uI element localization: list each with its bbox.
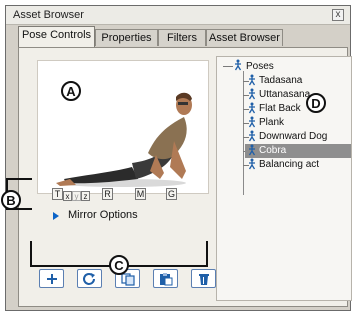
tree-item-downward-dog[interactable]: Downward Dog [259,130,327,144]
close-button[interactable]: x [332,9,344,21]
tree-item-plank[interactable]: Plank [259,116,284,130]
tab-properties[interactable]: Properties [95,29,158,46]
tab-asset-browser[interactable]: Asset Browser [206,29,283,46]
mirror-button[interactable]: M [135,188,146,200]
tree-root-poses[interactable]: Poses [246,60,274,74]
global-button[interactable]: G [166,188,177,200]
paste-button[interactable] [153,269,178,288]
tree-item-flat-back[interactable]: Flat Back [259,102,301,116]
x-axis-button[interactable]: x [63,191,72,201]
title-bar: Asset Browser x [6,6,350,25]
z-axis-button[interactable]: z [81,191,90,201]
tab-filters[interactable]: Filters [158,29,206,46]
y-axis-button[interactable]: y [72,191,81,201]
tree-item-balancing-act[interactable]: Balancing act [259,158,319,172]
refresh-button[interactable] [77,269,102,288]
delete-button[interactable] [191,269,216,288]
triangle-right-icon[interactable] [53,212,59,220]
callout-c: C [109,255,129,275]
refresh-icon [83,273,95,285]
window-title: Asset Browser [13,9,84,21]
callout-d: D [306,93,326,113]
pose-figure-icon [248,116,256,128]
tree-connector [223,66,233,67]
trash-icon [199,274,209,285]
pose-preview [37,60,209,194]
paste-icon [160,273,173,286]
tab-pose-controls[interactable]: Pose Controls [18,26,95,47]
tree-item-tadasana[interactable]: Tadasana [259,74,302,88]
translate-button[interactable]: T [52,188,63,200]
tree-item-cobra[interactable]: Cobra [259,144,286,158]
plus-icon [47,274,57,284]
pose-figure-icon [248,74,256,86]
callout-a: A [61,81,81,101]
add-pose-button[interactable] [39,269,64,288]
rotate-button[interactable]: R [102,188,113,200]
pose-figure-icon [234,59,242,71]
pose-figure-icon [248,158,256,170]
pose-figure-icon [248,88,256,100]
pose-figure-icon [248,144,256,156]
tree-item-uttanasana[interactable]: Uttanasana [259,88,310,102]
poses-tree[interactable]: Poses Tadasana Uttanasana Flat Back Plan… [216,56,352,301]
pose-figure-icon [248,102,256,114]
pose-figure-icon [248,130,256,142]
tree-connector [243,71,244,195]
callout-b: B [1,190,21,210]
mirror-options-label[interactable]: Mirror Options [68,209,138,221]
